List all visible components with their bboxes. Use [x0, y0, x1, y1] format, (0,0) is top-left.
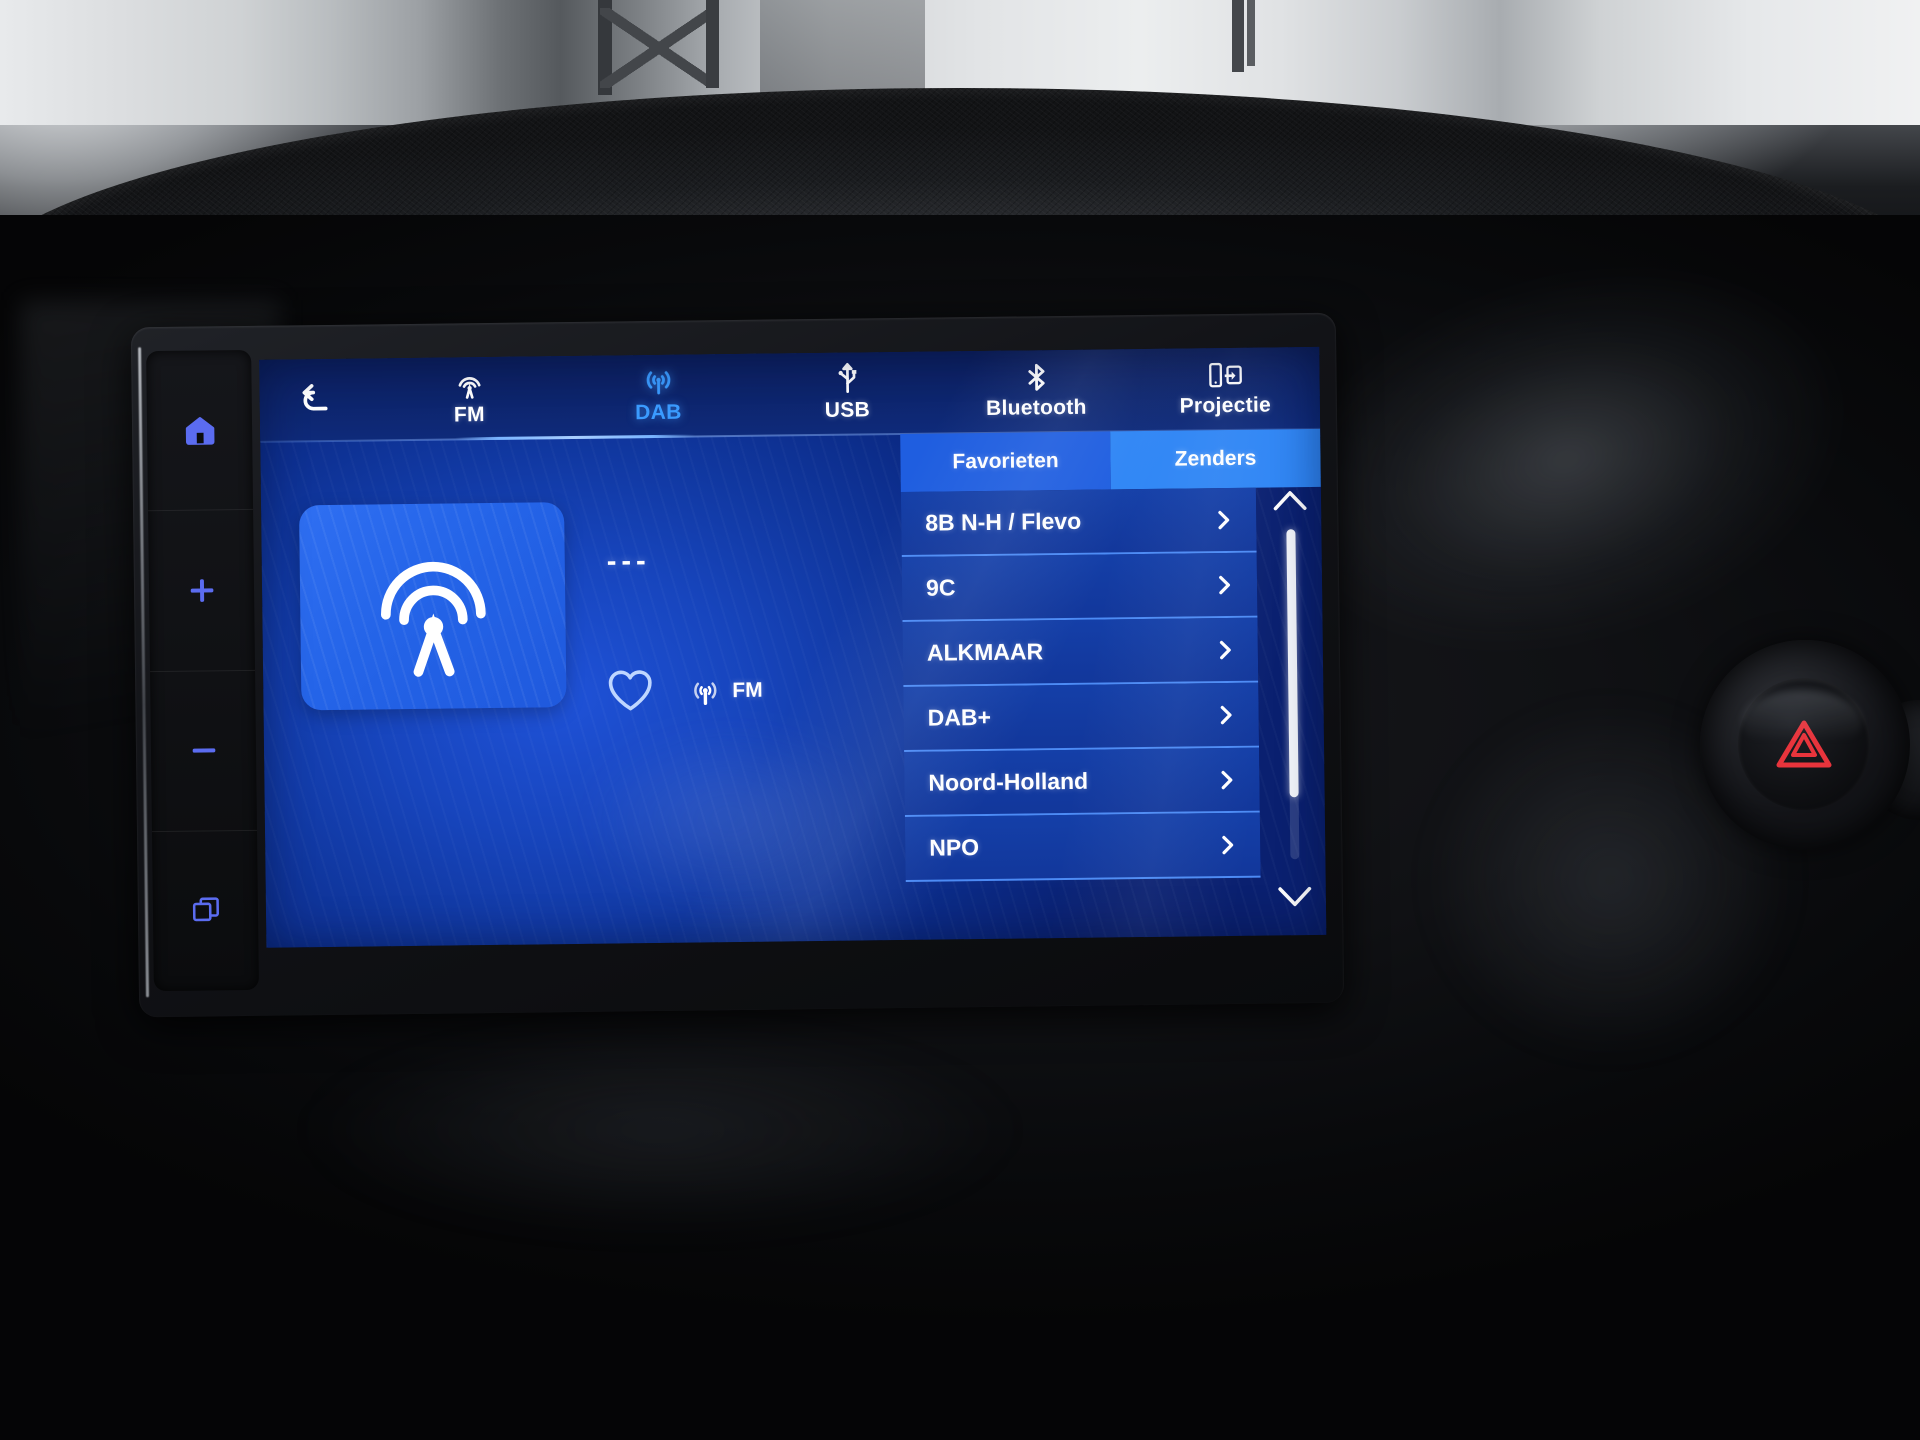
chevron-right-icon: [1212, 636, 1238, 662]
tab-label: Favorieten: [952, 449, 1059, 474]
station-list-body: 8B N-H / Flevo 9C ALKMAAR DAB+ Noord-Hol…: [900, 487, 1326, 940]
windows-apps-icon: [189, 895, 221, 927]
scroll-down-button[interactable]: [1275, 879, 1315, 913]
list-item[interactable]: 9C: [901, 552, 1258, 622]
home-button[interactable]: [146, 349, 254, 512]
gloss-reflection: [170, 980, 1150, 1280]
volume-up-button[interactable]: [148, 510, 256, 672]
list-item[interactable]: ALKMAAR: [902, 617, 1259, 687]
source-tab-label: USB: [824, 397, 871, 422]
station-name: NPO: [929, 834, 980, 861]
station-name: DAB+: [927, 703, 992, 731]
head-unit-bezel: FM DAB USB Bluetooth Projectie --- FM Fa…: [130, 312, 1345, 1018]
hazard-button-gloss: [1742, 690, 1862, 754]
source-tab-label: Bluetooth: [985, 395, 1087, 420]
home-icon: [182, 413, 216, 447]
broadcast-tower-icon: [452, 370, 486, 400]
usb-icon: [830, 362, 864, 395]
source-tab-usb[interactable]: USB: [752, 351, 942, 435]
band-indicator: FM: [687, 674, 763, 709]
scrollbar-track[interactable]: [1286, 529, 1300, 860]
station-title: ---: [606, 545, 651, 578]
tab-label: Zenders: [1174, 446, 1257, 471]
now-playing-panel: --- FM: [260, 434, 906, 948]
list-item[interactable]: DAB+: [903, 682, 1260, 752]
back-button[interactable]: [259, 376, 375, 424]
source-tab-label: Projectie: [1179, 392, 1272, 418]
station-name: 9C: [925, 574, 956, 601]
source-tab-label: FM: [453, 402, 486, 426]
chevron-right-icon: [1213, 766, 1239, 792]
source-tab-fm[interactable]: FM: [374, 356, 564, 440]
background-truss-cross: [600, 8, 718, 88]
list-item[interactable]: 8B N-H / Flevo: [900, 487, 1257, 557]
background-truss-post: [706, 0, 719, 88]
hardware-key-strip: [146, 349, 259, 992]
band-label: FM: [732, 678, 763, 703]
list-scrollbar: [1256, 487, 1326, 936]
heart-outline-icon: [608, 670, 652, 711]
volume-down-button[interactable]: [150, 670, 257, 832]
favorite-button[interactable]: [605, 667, 656, 718]
tab-zenders[interactable]: Zenders: [1110, 428, 1321, 490]
source-navigation-bar: FM DAB USB Bluetooth Projectie: [259, 346, 1321, 443]
plus-icon: [184, 573, 218, 607]
tab-favorieten[interactable]: Favorieten: [900, 431, 1111, 492]
list-item[interactable]: Noord-Holland: [904, 747, 1260, 817]
minus-icon: [186, 733, 220, 767]
chevron-right-icon: [1212, 701, 1238, 727]
list-tab-bar: Favorieten Zenders: [900, 428, 1321, 492]
bluetooth-icon: [1020, 363, 1052, 393]
source-tab-dab[interactable]: DAB: [563, 354, 753, 438]
background-pillar: [1232, 0, 1244, 72]
infotainment-screen: FM DAB USB Bluetooth Projectie --- FM Fa…: [259, 346, 1327, 948]
station-name: Noord-Holland: [928, 767, 1089, 796]
source-tab-projectie[interactable]: Projectie: [1130, 347, 1320, 431]
scrollbar-thumb[interactable]: [1286, 529, 1299, 798]
screen-mirroring-icon: [1207, 360, 1243, 390]
source-tab-label: DAB: [635, 400, 682, 424]
source-tab-bluetooth[interactable]: Bluetooth: [941, 349, 1131, 433]
list-item[interactable]: NPO: [904, 812, 1261, 882]
station-artwork-tile[interactable]: [299, 502, 567, 711]
chevron-down-icon: [1278, 886, 1312, 907]
chevron-right-icon: [1210, 506, 1236, 532]
radio-waves-icon: [641, 367, 675, 397]
chevron-up-icon: [1273, 491, 1307, 511]
now-playing-meta-row: FM: [605, 666, 763, 718]
antenna-signal-icon: [694, 682, 717, 705]
station-name: ALKMAAR: [926, 638, 1044, 666]
back-arrow-icon: [296, 376, 339, 424]
station-name: 8B N-H / Flevo: [925, 507, 1082, 536]
chevron-right-icon: [1211, 571, 1237, 597]
background-pillar: [1247, 0, 1255, 66]
apps-button[interactable]: [152, 831, 259, 992]
chevron-right-icon: [1214, 831, 1240, 857]
station-list-scroll-area[interactable]: 8B N-H / Flevo 9C ALKMAAR DAB+ Noord-Hol…: [900, 487, 1261, 940]
scroll-up-button[interactable]: [1270, 483, 1310, 517]
station-list-panel: Favorieten Zenders 8B N-H / Flevo 9C ALK…: [900, 428, 1326, 940]
broadcast-tower-icon: [380, 561, 486, 677]
